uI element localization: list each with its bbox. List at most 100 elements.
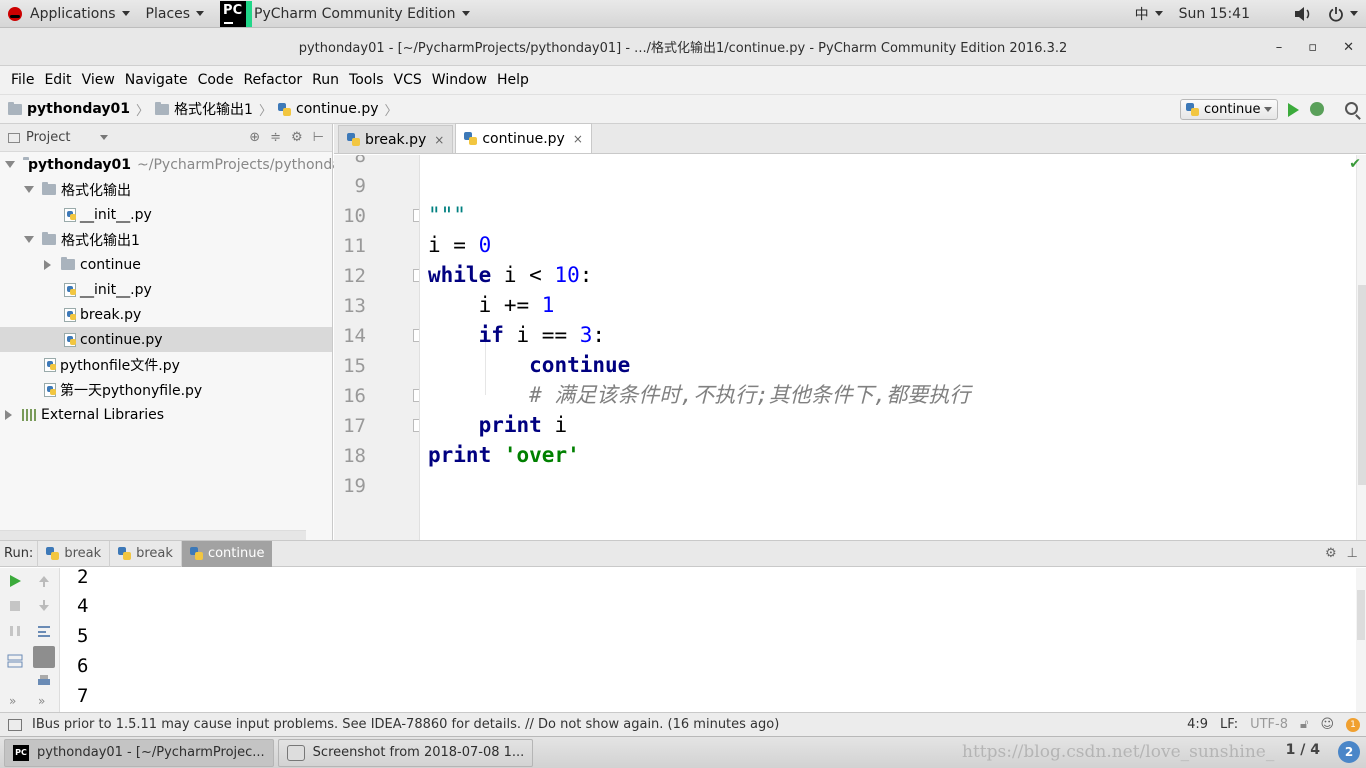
fold-marker-icon[interactable] [413,389,419,402]
menu-window[interactable]: Window [427,72,492,88]
breadcrumb-file[interactable]: continue.py [278,101,379,117]
scroll-to-end-icon[interactable] [33,646,55,668]
workspace-badge[interactable]: 2 [1338,741,1360,763]
close-button[interactable]: ✕ [1343,40,1354,55]
app-menu[interactable]: PC PyCharm Community Edition [212,0,477,28]
collapse-all-icon[interactable]: ≑ [270,130,281,145]
scroll-from-source-icon[interactable]: ⊕ [249,130,260,145]
menu-view[interactable]: View [77,72,120,88]
debug-icon[interactable] [1310,102,1324,116]
tree-item-external-libraries[interactable]: External Libraries [0,402,332,427]
editor-gutter[interactable]: 8 9 10 11 12 13 14 15 16 17 18 19 [334,155,420,540]
menu-file[interactable]: File [6,72,39,88]
console-vertical-scrollbar[interactable] [1356,568,1366,712]
close-tab-icon[interactable]: × [434,133,444,147]
run-tab-break[interactable]: break [109,540,181,567]
workspace-indicator[interactable]: 1 / 4 [1286,742,1320,758]
fold-marker-icon[interactable] [413,209,419,222]
expand-arrow-icon[interactable] [24,186,34,193]
menu-edit[interactable]: Edit [39,72,76,88]
menu-refactor[interactable]: Refactor [238,72,307,88]
tree-item-file-selected[interactable]: continue.py [0,327,332,352]
pause-icon[interactable] [7,623,23,639]
code-line-12: while i < 10: [428,263,593,287]
line-separator[interactable]: LF: [1220,717,1238,732]
tree-item-file[interactable]: __init__.py [0,277,332,302]
file-encoding[interactable]: UTF-8 [1250,717,1288,732]
run-tab-break[interactable]: break [37,540,109,567]
expand-arrow-icon[interactable] [5,161,15,168]
more-icon[interactable]: » [9,694,16,708]
power-icon[interactable] [1320,0,1366,28]
inspection-ok-icon[interactable]: ✔ [1349,156,1361,172]
project-view-select[interactable]: Project [26,130,70,145]
menu-code[interactable]: Code [193,72,239,88]
menu-navigate[interactable]: Navigate [120,72,193,88]
run-console[interactable]: 2 4 5 6 7 [61,568,1356,712]
maximize-button[interactable]: ▫ [1308,40,1317,55]
tab-break-py[interactable]: break.py × [338,125,454,153]
stop-icon[interactable] [7,598,23,614]
chevron-down-icon[interactable] [100,135,109,140]
search-icon[interactable] [1345,102,1358,115]
soft-wrap-icon[interactable] [36,623,52,639]
line-number: 19 [343,475,366,497]
inspector-icon[interactable]: ☺︎ [1320,717,1334,732]
volume-icon[interactable] [1286,0,1320,28]
tree-item-folder[interactable]: 格式化输出 [0,177,332,202]
tree-item-file[interactable]: break.py [0,302,332,327]
fold-marker-icon[interactable] [413,329,419,342]
lock-icon[interactable]: 🔓︎ [1300,717,1308,732]
task-screenshot[interactable]: Screenshot from 2018-07-08 1... [277,738,534,767]
line-number: 18 [343,445,366,467]
run-tab-continue[interactable]: continue [180,540,273,567]
run-toolbar: » » [0,568,60,712]
code-editor[interactable]: """ i = 0 while i < 10: i += 1 if i == 3… [421,155,1356,540]
horizontal-scrollbar[interactable] [0,530,306,540]
menu-tools[interactable]: Tools [344,72,389,88]
settings-gear-icon[interactable]: ⚙ [1325,546,1337,561]
caret-position[interactable]: 4:9 [1187,717,1208,732]
applications-menu[interactable]: Applications [0,0,138,28]
more-icon[interactable]: » [38,694,45,708]
task-pycharm[interactable]: PC pythonday01 - [~/PycharmProjec... [4,738,274,767]
tab-continue-py[interactable]: continue.py × [455,123,592,153]
menu-help[interactable]: Help [492,72,534,88]
expand-arrow-icon[interactable] [24,236,34,243]
clock[interactable]: Sun 15:41 [1171,0,1258,28]
tree-item-file[interactable]: __init__.py [0,202,332,227]
window-title: pythonday01 - [~/PycharmProjects/pythond… [298,41,1068,56]
menu-vcs[interactable]: VCS [389,72,427,88]
tree-item-file[interactable]: pythonfile文件.py [0,352,332,377]
status-message[interactable]: IBus prior to 1.5.11 may cause input pro… [32,717,779,732]
collapse-arrow-icon[interactable] [5,409,12,420]
hide-panel-icon[interactable]: ⊥ [1347,546,1358,561]
run-icon[interactable] [1288,103,1299,117]
menu-run[interactable]: Run [307,72,344,88]
print-icon[interactable] [36,673,52,689]
scroll-down-icon[interactable] [36,598,52,614]
tree-item-file[interactable]: 第一天pythonyfile.py [0,377,332,402]
settings-gear-icon[interactable]: ⚙ [291,130,303,145]
rerun-icon[interactable] [7,573,23,589]
editor-vertical-scrollbar[interactable] [1356,155,1366,540]
fold-marker-icon[interactable] [413,419,419,432]
collapse-arrow-icon[interactable] [44,259,51,270]
tree-item-folder[interactable]: 格式化输出1 [0,227,332,252]
hide-panel-icon[interactable]: ⊢ [313,130,324,145]
breadcrumb-folder[interactable]: 格式化输出1 [155,99,253,119]
run-configuration-select[interactable]: continue [1180,99,1278,120]
tree-item-root[interactable]: pythonday01 ~/PycharmProjects/pythonday0… [0,152,367,177]
scroll-up-icon[interactable] [36,573,52,589]
window-title-bar[interactable]: pythonday01 - [~/PycharmProjects/pythond… [0,28,1366,66]
fold-marker-icon[interactable] [413,269,419,282]
input-method-indicator[interactable]: 中 [1127,0,1171,28]
notifications-icon[interactable]: 1 [1346,717,1360,732]
places-menu[interactable]: Places [138,0,213,28]
layout-icon[interactable] [7,653,23,669]
toggle-tool-windows-icon[interactable] [8,718,22,731]
minimize-button[interactable]: – [1276,40,1283,55]
breadcrumb-project[interactable]: pythonday01 [8,101,130,117]
close-tab-icon[interactable]: × [573,132,583,146]
tree-item-folder[interactable]: continue [0,252,332,277]
